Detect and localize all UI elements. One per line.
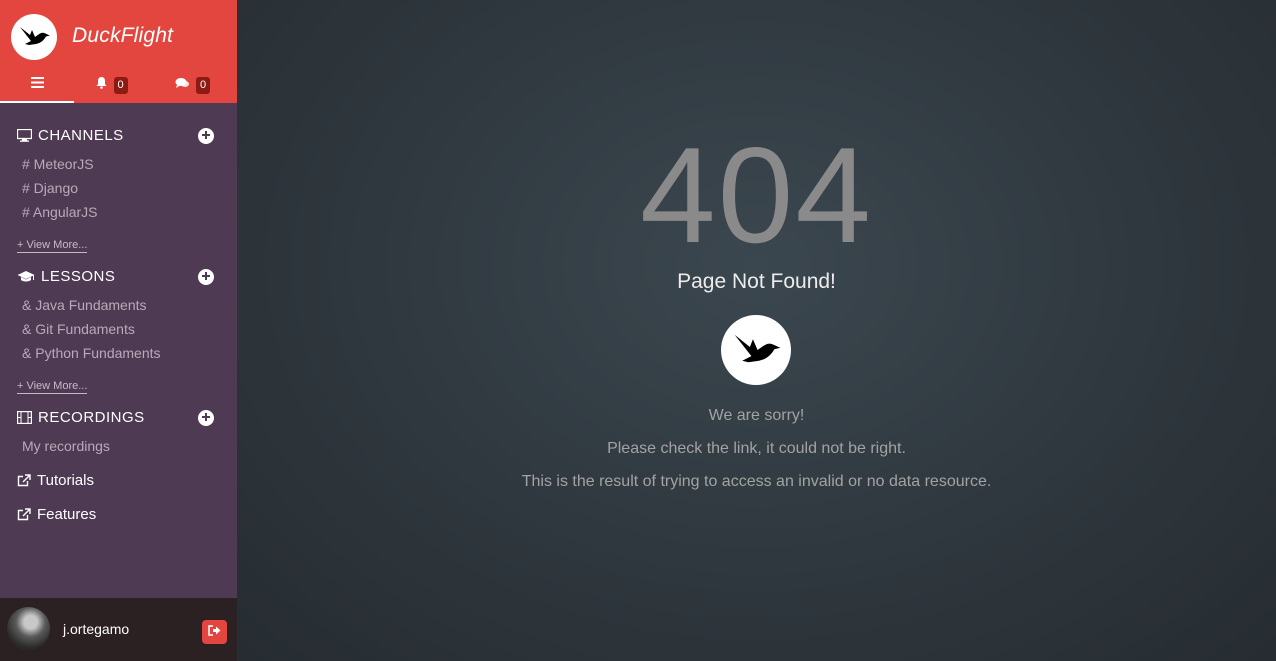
error-code: 404 <box>640 119 873 271</box>
desktop-icon <box>17 129 32 142</box>
duck-icon <box>721 315 791 385</box>
channels-header[interactable]: CHANNELS <box>17 127 124 144</box>
channel-item-meteorjs[interactable]: # MeteorJS <box>22 156 94 172</box>
lessons-view-more-link[interactable]: + View More... <box>17 380 88 394</box>
tutorials-link[interactable]: Tutorials <box>17 472 94 489</box>
channel-item-django[interactable]: # Django <box>22 180 78 196</box>
features-link[interactable]: Features <box>17 506 96 523</box>
tutorials-label: Tutorials <box>37 472 94 489</box>
external-link-icon <box>17 508 31 521</box>
chat-icon <box>175 76 190 94</box>
error-message-check-link: Please check the link, it could not be r… <box>607 440 906 457</box>
external-link-icon <box>17 474 31 487</box>
tab-notifications[interactable]: 0 <box>74 67 148 103</box>
brand-name[interactable]: DuckFlight <box>72 24 173 48</box>
lesson-item-python[interactable]: & Python Fundaments <box>22 345 161 361</box>
add-recording-button[interactable] <box>198 410 214 426</box>
error-title: Page Not Found! <box>677 270 836 293</box>
messages-badge: 0 <box>196 76 210 94</box>
duck-icon[interactable] <box>11 14 57 60</box>
channels-title: CHANNELS <box>38 127 124 144</box>
film-icon <box>17 411 32 424</box>
main-content: 404 Page Not Found! We are sorry! Please… <box>237 0 1276 661</box>
plus-icon <box>201 268 211 286</box>
bell-icon <box>95 76 108 94</box>
add-channel-button[interactable] <box>198 128 214 144</box>
plus-icon <box>201 409 211 427</box>
lesson-item-git[interactable]: & Git Fundaments <box>22 321 135 337</box>
features-label: Features <box>37 506 97 523</box>
avatar[interactable] <box>7 607 50 650</box>
recordings-header[interactable]: RECORDINGS <box>17 409 145 426</box>
error-message-invalid-resource: This is the result of trying to access a… <box>521 473 992 490</box>
lessons-title: LESSONS <box>41 268 116 285</box>
lessons-header[interactable]: LESSONS <box>17 268 115 285</box>
channels-view-more-link[interactable]: + View More... <box>17 239 88 253</box>
logout-button[interactable] <box>202 620 227 644</box>
add-lesson-button[interactable] <box>198 269 214 285</box>
username[interactable]: j.ortegamo <box>63 621 129 637</box>
graduation-cap-icon <box>17 270 35 283</box>
recordings-title: RECORDINGS <box>38 409 145 426</box>
tab-menu[interactable] <box>0 67 74 103</box>
error-message-sorry: We are sorry! <box>708 407 805 424</box>
channel-item-angularjs[interactable]: # AngularJS <box>22 204 98 220</box>
tab-messages[interactable]: 0 <box>148 67 237 103</box>
plus-icon <box>201 127 211 145</box>
brand-header: DuckFlight 0 0 <box>0 0 237 103</box>
sidebar: DuckFlight 0 0 CHANNELS # MeteorJS # Dja… <box>0 0 237 661</box>
recording-item-my-recordings[interactable]: My recordings <box>22 438 110 454</box>
menu-icon <box>30 75 44 93</box>
notifications-badge: 0 <box>113 76 128 94</box>
lesson-item-java[interactable]: & Java Fundaments <box>22 297 147 313</box>
top-nav: 0 0 <box>0 67 237 103</box>
logout-icon <box>208 623 221 641</box>
